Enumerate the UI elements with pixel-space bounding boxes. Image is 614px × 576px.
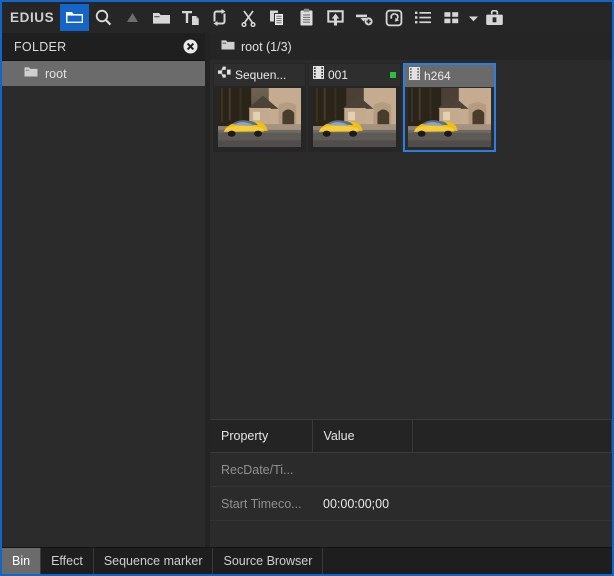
folder-icon (24, 66, 38, 81)
clip-thumbnail (313, 88, 396, 147)
tab-bin[interactable]: Bin (2, 548, 42, 574)
clip-thumbnail (218, 88, 301, 147)
film-icon (409, 67, 420, 85)
property-panel: Property Value RecDate/Ti... Start Timec… (210, 419, 612, 548)
breadcrumb-path: root (1/3) (241, 39, 292, 54)
close-icon[interactable] (183, 39, 198, 54)
app-logo: EDIUS (10, 10, 55, 25)
folder-panel: FOLDER root (2, 33, 205, 548)
toolbar-button-list-view[interactable] (408, 4, 437, 31)
toolbox-icon (485, 9, 504, 27)
restore-offline-icon (385, 9, 403, 27)
clip-grid: Sequen... 001 h264 (210, 60, 612, 420)
add-clip-icon (355, 9, 374, 27)
clip-thumbnail (408, 88, 491, 147)
folder-panel-header: FOLDER (2, 33, 205, 61)
clipboard-icon (299, 8, 314, 27)
column-header-value[interactable]: Value (312, 420, 413, 453)
breadcrumb: root (1/3) (210, 33, 612, 61)
property-extra (412, 452, 612, 487)
toolbar-button-folder-open[interactable] (60, 4, 90, 31)
toolbar-button-open-folder[interactable] (147, 4, 176, 31)
clip-name: h264 (424, 69, 451, 83)
folder-tree-item-label: root (45, 66, 67, 81)
sequence-icon (218, 66, 231, 84)
folder-open-icon (65, 9, 84, 26)
clip-item-h264[interactable]: h264 (403, 63, 496, 152)
clip-item-001[interactable]: 001 (308, 63, 401, 152)
table-row[interactable]: Start Timeco... 00:00:00;00 (210, 486, 612, 521)
toolbar-button-paste[interactable] (292, 4, 321, 31)
folder-icon (221, 38, 235, 56)
toolbar-button-add-to-timeline[interactable] (321, 4, 350, 31)
toolbar: EDIUS (2, 2, 612, 34)
property-name: Start Timeco... (210, 486, 312, 521)
property-table-header-row: Property Value (210, 420, 612, 453)
list-view-icon (414, 10, 432, 25)
status-badge (390, 72, 396, 78)
clip-name: 001 (328, 68, 349, 82)
folder-tree-item-root[interactable]: root (2, 61, 205, 86)
film-icon (313, 66, 324, 84)
tab-sequence-marker[interactable]: Sequence marker (94, 548, 214, 574)
clip-header: h264 (405, 65, 494, 87)
folder-tree: root (2, 61, 205, 86)
transfer-loop-icon (210, 8, 229, 27)
triangle-up-icon (124, 10, 141, 25)
clip-header: 001 (309, 64, 400, 86)
toolbar-button-add-clip[interactable] (350, 4, 379, 31)
chevron-down-icon (468, 14, 479, 22)
property-name: RecDate/Ti... (210, 452, 312, 487)
copy-icon (269, 9, 286, 27)
folder-panel-title: FOLDER (14, 39, 67, 54)
clip-item-sequence[interactable]: Sequen... (213, 63, 306, 152)
property-extra (412, 486, 612, 521)
property-value: 00:00:00;00 (312, 486, 412, 521)
edius-bin-window: EDIUS FOLDER root root (1/3) Sequen... 0… (0, 0, 614, 576)
toolbar-button-toolbox[interactable] (480, 4, 509, 31)
toolbar-button-grid-view[interactable] (437, 4, 466, 31)
toolbar-button-copy[interactable] (263, 4, 292, 31)
tab-effect[interactable]: Effect (41, 548, 94, 574)
clip-name: Sequen... (235, 68, 287, 82)
bottom-tab-bar: Bin Effect Sequence marker Source Browse… (2, 547, 612, 574)
new-title-icon (181, 9, 200, 27)
toolbar-button-view-options[interactable] (466, 4, 480, 31)
toolbar-button-transfer[interactable] (205, 4, 234, 31)
clip-header: Sequen... (214, 64, 305, 86)
toolbar-button-cut[interactable] (234, 4, 263, 31)
column-header-blank[interactable] (412, 420, 612, 453)
scissors-icon (240, 9, 257, 27)
column-header-property[interactable]: Property (210, 420, 313, 453)
property-value (312, 452, 412, 487)
toolbar-button-restore-offline[interactable] (379, 4, 408, 31)
bin-panel: root (1/3) Sequen... 001 h264 Property V… (210, 33, 612, 548)
search-icon (94, 8, 113, 27)
property-table: Property Value RecDate/Ti... Start Timec… (210, 420, 612, 521)
toolbar-button-search[interactable] (89, 4, 118, 31)
table-row[interactable]: RecDate/Ti... (210, 452, 612, 487)
toolbar-button-up-level[interactable] (118, 4, 147, 31)
add-to-timeline-icon (326, 9, 345, 27)
tab-source-browser[interactable]: Source Browser (213, 548, 324, 574)
folder-icon (152, 10, 171, 26)
grid-view-icon (443, 10, 461, 26)
toolbar-button-add-title[interactable] (176, 4, 205, 31)
